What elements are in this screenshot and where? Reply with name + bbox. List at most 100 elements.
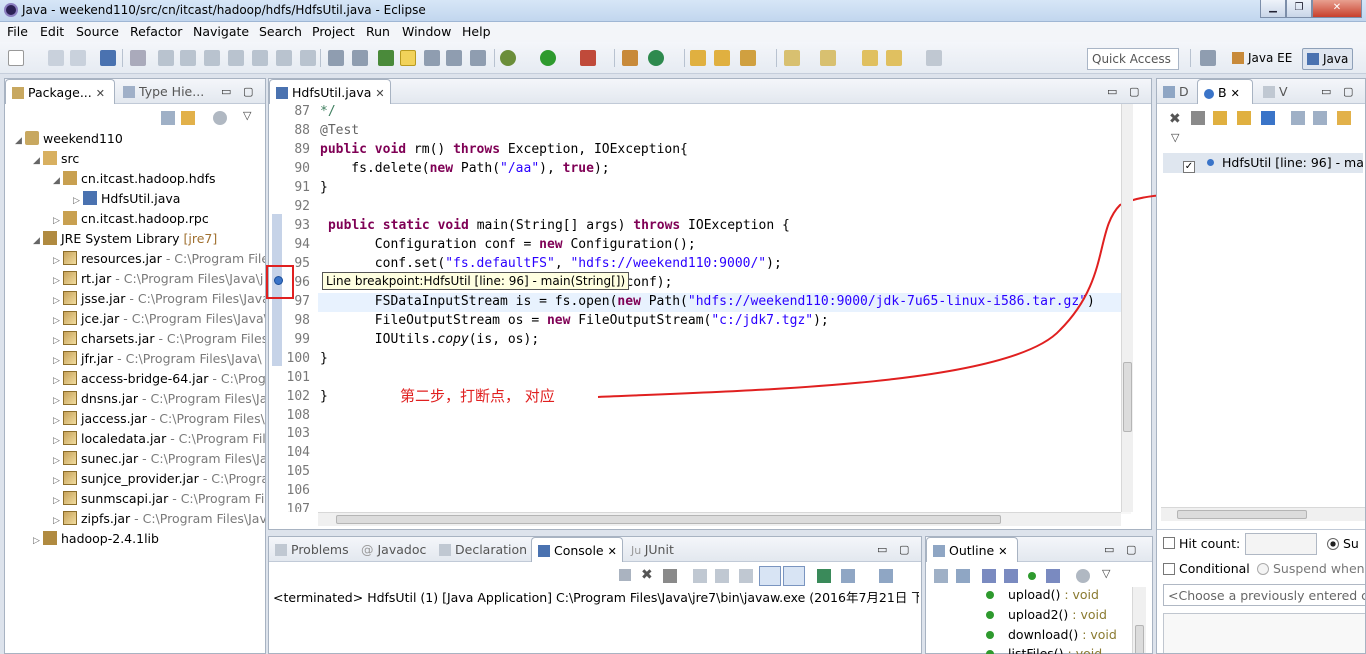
- suspend-when-radio[interactable]: [1257, 563, 1269, 575]
- tab-junit[interactable]: Ju JUnit: [625, 537, 680, 562]
- view-menu-icon[interactable]: ▽: [1171, 131, 1179, 144]
- menu-edit[interactable]: Edit: [40, 24, 64, 39]
- tree-item-jar[interactable]: ▷ sunjce_provider.jar - C:\Progra: [53, 469, 265, 489]
- tab-variables[interactable]: V: [1257, 79, 1294, 104]
- clear-console-icon[interactable]: [693, 569, 707, 583]
- tree-item-jar[interactable]: ▷ rt.jar - C:\Program Files\Java\j: [53, 269, 263, 289]
- editor-horizontal-scrollbar[interactable]: [318, 512, 1121, 526]
- menu-file[interactable]: File: [7, 24, 28, 39]
- tree-item-jar[interactable]: ▷ access-bridge-64.jar - C:\Prog: [53, 369, 265, 389]
- tab-hdfsutil-java[interactable]: HdfsUtil.java ✕: [269, 79, 391, 104]
- expand-all-icon[interactable]: [1291, 111, 1305, 125]
- terminate-icon[interactable]: [204, 50, 220, 66]
- previous-annotation-icon[interactable]: [820, 50, 836, 66]
- disconnect-icon[interactable]: [228, 50, 244, 66]
- block-selection-icon[interactable]: [470, 50, 486, 66]
- perspective-java-ee[interactable]: Java EE: [1228, 48, 1296, 70]
- remove-launch-icon[interactable]: ✖: [641, 567, 653, 583]
- minimize-icon[interactable]: ▭: [221, 85, 231, 98]
- tree-item-jar[interactable]: ▷ localedata.jar - C:\Program Fil: [53, 429, 265, 449]
- collapse-all-icon[interactable]: [934, 569, 948, 583]
- tree-item-jar[interactable]: ▷ sunec.jar - C:\Program Files\Ja: [53, 449, 265, 469]
- hide-fields-icon[interactable]: [982, 569, 996, 583]
- remove-all-icon[interactable]: [1191, 111, 1205, 125]
- tab-package-explorer[interactable]: Package... ✕: [5, 79, 115, 104]
- pin-console-icon[interactable]: [817, 569, 831, 583]
- menu-help[interactable]: Help: [462, 24, 491, 39]
- outline-item[interactable]: download() : void: [986, 627, 1117, 642]
- go-to-file-icon[interactable]: [1237, 111, 1251, 125]
- external-tools-icon[interactable]: [580, 50, 596, 66]
- tab-outline[interactable]: Outline ✕: [926, 537, 1018, 562]
- view-menu-icon[interactable]: ▽: [243, 109, 251, 122]
- console-icon[interactable]: [100, 50, 116, 66]
- tab-breakpoints[interactable]: B ✕: [1197, 79, 1253, 104]
- close-icon[interactable]: ✕: [608, 545, 617, 558]
- outline-item[interactable]: upload() : void: [986, 587, 1099, 602]
- tree-item-jar[interactable]: ▷ zipfs.jar - C:\Program Files\Jav: [53, 509, 265, 529]
- link-icon[interactable]: [1337, 111, 1351, 125]
- new-icon[interactable]: [8, 50, 24, 66]
- show-whitespace-icon[interactable]: [446, 50, 462, 66]
- maximize-icon[interactable]: ▢: [1126, 543, 1136, 556]
- remove-all-launches-icon[interactable]: [663, 569, 677, 583]
- outline-item[interactable]: upload2() : void: [986, 607, 1107, 622]
- show-on-stderr-icon[interactable]: [783, 566, 805, 586]
- run-icon[interactable]: [540, 50, 556, 66]
- tree-item-jar[interactable]: ▷ jaccess.jar - C:\Program Files\: [53, 409, 265, 429]
- use-step-filters-icon[interactable]: [352, 50, 368, 66]
- remove-icon[interactable]: ✖: [1169, 111, 1181, 127]
- tree-item-jar[interactable]: ▷ jfr.jar - C:\Program Files\Java\: [53, 349, 262, 369]
- tree-item-package[interactable]: ▷ cn.itcast.hadoop.rpc: [53, 209, 209, 229]
- tree-item-jre-library[interactable]: ◢ JRE System Library [jre7]: [33, 229, 217, 249]
- tree-item-project[interactable]: ◢ weekend110: [15, 129, 123, 149]
- last-edit-icon[interactable]: [862, 50, 878, 66]
- highlight-icon[interactable]: [400, 50, 416, 66]
- tree-item-library[interactable]: ▷ hadoop-2.4.1lib: [33, 529, 159, 549]
- maximize-icon[interactable]: ▢: [243, 85, 253, 98]
- history-combo[interactable]: <Choose a previously entered co: [1163, 584, 1365, 606]
- scrollbar-thumb[interactable]: [1123, 362, 1132, 432]
- suspend-radio[interactable]: [1327, 538, 1339, 550]
- tree-item-package[interactable]: ◢ cn.itcast.hadoop.hdfs: [53, 169, 216, 189]
- minimize-icon[interactable]: ▭: [1321, 85, 1331, 98]
- minimize-icon[interactable]: ▭: [1107, 85, 1117, 98]
- maximize-icon[interactable]: ▢: [1343, 85, 1353, 98]
- tree-item-jar[interactable]: ▷ dnsns.jar - C:\Program Files\Ja: [53, 389, 265, 409]
- editor-vertical-scrollbar[interactable]: [1121, 104, 1133, 512]
- open-perspective-icon[interactable]: [1200, 50, 1216, 66]
- resume-icon[interactable]: [158, 50, 174, 66]
- link-with-editor-icon[interactable]: [181, 111, 195, 125]
- hit-count-input[interactable]: [1245, 533, 1317, 555]
- save-all-icon[interactable]: [70, 50, 86, 66]
- menu-search[interactable]: Search: [259, 24, 302, 39]
- tree-item-jar[interactable]: ▷ jce.jar - C:\Program Files\Java\: [53, 309, 265, 329]
- hide-non-public-icon[interactable]: [1028, 572, 1036, 580]
- toggle-mark-icon[interactable]: [424, 50, 440, 66]
- tab-debug[interactable]: D: [1157, 79, 1195, 104]
- minimize-button[interactable]: ▁: [1260, 0, 1286, 18]
- tree-item-jar[interactable]: ▷ charsets.jar - C:\Program Files: [53, 329, 265, 349]
- condition-textarea[interactable]: [1163, 613, 1365, 653]
- tree-item-jar[interactable]: ▷ sunmscapi.jar - C:\Program Fil: [53, 489, 265, 509]
- open-folder-icon[interactable]: [690, 50, 706, 66]
- filter-icon[interactable]: [213, 111, 227, 125]
- open-console-icon[interactable]: [879, 569, 893, 583]
- minimize-icon[interactable]: ▭: [877, 543, 887, 556]
- collapse-all-icon[interactable]: [1313, 111, 1327, 125]
- step-over-icon[interactable]: [276, 50, 292, 66]
- skip-all-icon[interactable]: [1261, 111, 1275, 125]
- minimize-icon[interactable]: ▭: [1104, 543, 1114, 556]
- focus-icon[interactable]: [1076, 569, 1090, 583]
- next-annotation-icon[interactable]: [784, 50, 800, 66]
- search-tool-icon[interactable]: [740, 50, 756, 66]
- skip-breakpoints-icon[interactable]: [130, 50, 146, 66]
- breakpoint-entry[interactable]: ✓ HdfsUtil [line: 96] - main: [1163, 153, 1363, 173]
- tab-declaration[interactable]: Declaration: [433, 537, 533, 562]
- show-supported-icon[interactable]: [1213, 111, 1227, 125]
- tab-console[interactable]: Console ✕: [531, 537, 623, 562]
- close-button[interactable]: ✕: [1312, 0, 1362, 18]
- outline-vertical-scrollbar[interactable]: [1132, 587, 1146, 653]
- terminate-icon[interactable]: [619, 569, 631, 581]
- tree-item-jar[interactable]: ▷ jsse.jar - C:\Program Files\Java: [53, 289, 265, 309]
